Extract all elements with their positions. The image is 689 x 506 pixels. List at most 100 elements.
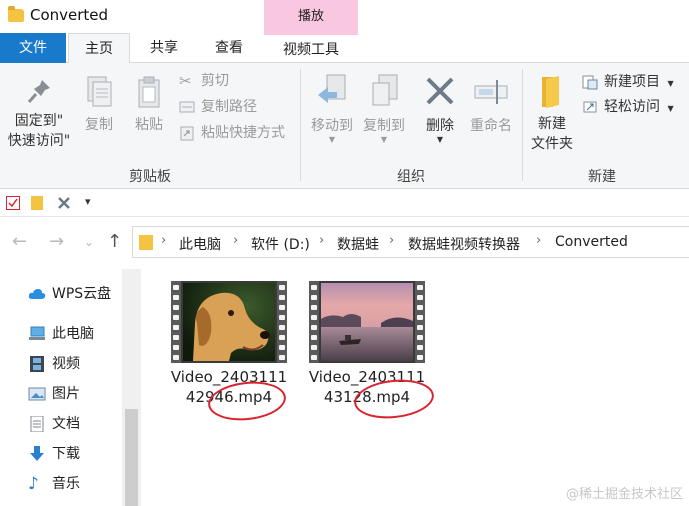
tab-home[interactable]: 主页 (68, 33, 130, 64)
download-arrow-icon (30, 446, 44, 461)
new-folder-icon (542, 76, 559, 108)
rename-icon (474, 80, 508, 104)
ribbon-tab-row: 文件 主页 共享 查看 视频工具 (0, 33, 689, 64)
context-tab-header-playback[interactable]: 播放 (264, 0, 358, 33)
delete-button[interactable]: 删除 ▼ (418, 73, 462, 144)
pin-to-quick-access-button[interactable]: 固定到" 快速访问" (4, 75, 74, 151)
move-to-icon (318, 74, 346, 103)
copy-to-dropdown-icon: ▼ (380, 135, 388, 144)
breadcrumb-item[interactable]: 软件 (D:) (251, 234, 310, 254)
breadcrumb-current[interactable]: Converted (555, 234, 628, 250)
breadcrumb-item[interactable]: 数据蛙 (337, 234, 379, 254)
scrollbar-thumb[interactable] (125, 409, 138, 506)
new-item-icon (582, 75, 598, 90)
address-folder-icon (139, 235, 153, 250)
nav-item-videos[interactable]: 视频 (28, 353, 80, 375)
film-strip (171, 281, 181, 363)
breadcrumb-separator[interactable]: › (536, 233, 541, 248)
cut-button[interactable]: ✂ 剪切 (179, 70, 229, 92)
organize-group-label: 组织 (397, 169, 425, 185)
paste-shortcut-icon (180, 126, 194, 141)
properties-checkbox-icon[interactable] (6, 196, 20, 210)
easy-access-button[interactable]: 轻松访问 ▼ (582, 96, 674, 118)
nav-item-downloads[interactable]: 下载 (28, 443, 80, 465)
breadcrumb-separator[interactable]: › (161, 233, 166, 248)
address-bar[interactable]: › 此电脑 › 软件 (D:) › 数据蛙 › 数据蛙视频转换器 › Conve… (132, 226, 689, 258)
scissors-icon: ✂ (179, 72, 192, 90)
delete-x-icon (426, 77, 454, 105)
cloud-icon (28, 289, 46, 299)
easy-access-label: 轻松访问 (604, 99, 660, 115)
copy-button[interactable]: 复制 (78, 75, 120, 135)
cut-label: 剪切 (201, 73, 229, 89)
forward-arrow-icon[interactable]: → (49, 231, 64, 252)
nav-item-label: 下载 (52, 446, 80, 462)
breadcrumb-separator[interactable]: › (233, 233, 238, 248)
copy-label: 复制 (85, 117, 113, 133)
quick-access-toolbar: ▾ (0, 189, 689, 217)
new-item-button[interactable]: 新建项目 ▼ (582, 71, 674, 93)
video-thumbnail (309, 281, 425, 363)
nav-item-this-pc[interactable]: 此电脑 (28, 323, 94, 345)
new-item-dropdown-icon: ▼ (667, 79, 674, 88)
rename-button[interactable]: 重命名 (464, 73, 518, 136)
watermark: @稀土掘金技术社区 (565, 487, 683, 502)
move-to-label: 移动到 (311, 118, 353, 134)
sunset-thumbnail-image (321, 283, 413, 361)
film-strip (277, 281, 287, 363)
up-arrow-icon[interactable]: ↑ (107, 231, 122, 252)
breadcrumb-item[interactable]: 此电脑 (179, 234, 221, 254)
new-item-label: 新建项目 (604, 74, 660, 90)
copy-path-label: 复制路径 (201, 99, 257, 115)
music-note-icon: ♪ (28, 474, 39, 494)
recent-locations-chevron-icon[interactable]: ⌄ (84, 235, 94, 249)
rename-label: 重命名 (470, 118, 512, 134)
copy-to-label: 复制到 (363, 118, 405, 134)
paste-shortcut-button[interactable]: 粘贴快捷方式 (179, 122, 285, 144)
nav-item-label: 音乐 (52, 476, 80, 492)
copy-to-button[interactable]: 复制到 ▼ (358, 73, 410, 144)
new-folder-label-line1: 新建 (538, 116, 566, 132)
window-title: Converted (30, 6, 109, 24)
pin-label-line2: 快速访问" (7, 133, 71, 149)
customize-toolbar-dropdown-icon[interactable]: ▾ (85, 195, 91, 208)
delete-dropdown-icon: ▼ (436, 135, 444, 144)
ribbon: 固定到" 快速访问" 复制 粘贴 ✂ 剪切 复制路径 粘贴快捷方式 剪贴板 移动… (0, 63, 689, 189)
nav-item-music[interactable]: ♪ 音乐 (28, 473, 80, 495)
nav-item-label: WPS云盘 (52, 286, 112, 302)
breadcrumb-item[interactable]: 数据蛙视频转换器 (408, 234, 520, 254)
delete-quick-icon[interactable] (57, 196, 71, 210)
new-group-label: 新建 (588, 169, 616, 185)
nav-item-label: 文档 (52, 416, 80, 432)
easy-access-dropdown-icon: ▼ (667, 104, 674, 113)
breadcrumb-separator[interactable]: › (319, 233, 324, 248)
nav-pane-scrollbar[interactable] (122, 269, 141, 506)
film-strip (415, 281, 425, 363)
new-folder-quick-icon[interactable] (31, 196, 43, 210)
paste-button[interactable]: 粘贴 (128, 75, 170, 135)
new-folder-button[interactable]: 新建 文件夹 (526, 73, 578, 154)
nav-item-wps-cloud[interactable]: WPS云盘 (28, 283, 111, 305)
tab-file[interactable]: 文件 (0, 33, 66, 63)
document-icon (30, 416, 44, 432)
copy-path-button[interactable]: 复制路径 (179, 96, 257, 118)
dog-thumbnail-image (183, 283, 275, 361)
move-to-button[interactable]: 移动到 ▼ (306, 73, 358, 144)
breadcrumb-separator[interactable]: › (389, 233, 394, 248)
paste-shortcut-label: 粘贴快捷方式 (201, 125, 285, 141)
copy-path-icon (179, 101, 195, 113)
tab-view[interactable]: 查看 (198, 33, 260, 63)
nav-item-label: 图片 (52, 386, 80, 402)
pin-icon (27, 80, 50, 103)
nav-item-pictures[interactable]: 图片 (28, 383, 80, 405)
nav-item-documents[interactable]: 文档 (28, 413, 80, 435)
easy-access-icon (583, 101, 597, 113)
copy-icon (87, 76, 112, 107)
back-arrow-icon[interactable]: ← (12, 231, 27, 252)
film-strip (309, 281, 319, 363)
folder-icon (8, 6, 24, 22)
tab-share[interactable]: 共享 (134, 33, 194, 63)
nav-item-label: 此电脑 (52, 326, 94, 342)
tab-video-tools[interactable]: 视频工具 (264, 33, 358, 63)
clipboard-group-label: 剪贴板 (129, 169, 171, 185)
